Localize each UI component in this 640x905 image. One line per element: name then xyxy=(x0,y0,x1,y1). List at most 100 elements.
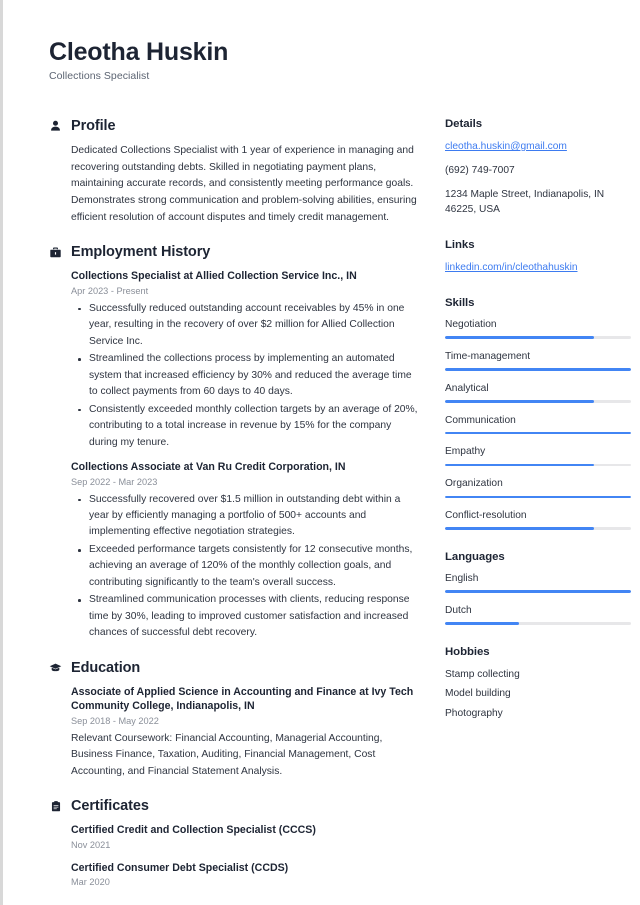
employment-entry-bullets: Successfully reduced outstanding account… xyxy=(71,301,421,451)
section-certificates-header: Certificates xyxy=(49,798,421,814)
resume-header: Cleotha Huskin Collections Specialist xyxy=(49,38,612,82)
skill-item: Conflict-resolution xyxy=(445,509,631,530)
skill-label: Communication xyxy=(445,414,516,426)
section-employment-title: Employment History xyxy=(71,244,211,261)
certificate-entry-title: Certified Consumer Debt Specialist (CCDS… xyxy=(71,861,289,874)
section-profile: Profile Dedicated Collections Specialist… xyxy=(49,118,421,226)
skill-label: Conflict-resolution xyxy=(445,510,527,522)
skill-label: Negotiation xyxy=(445,319,497,331)
employment-entry-title: Collections Specialist at Allied Collect… xyxy=(71,270,357,283)
education-entry: Associate of Applied Science in Accounti… xyxy=(71,685,421,781)
employment-entry-title: Collections Associate at Van Ru Credit C… xyxy=(71,461,346,474)
section-profile-header: Profile xyxy=(49,118,421,134)
header-role: Collections Specialist xyxy=(49,70,150,82)
language-label: Dutch xyxy=(445,604,472,616)
skill-progress-track xyxy=(445,368,631,371)
employment-entry-date: Apr 2023 - Present xyxy=(71,285,149,296)
language-item: Dutch xyxy=(445,604,631,625)
skill-label: Empathy xyxy=(445,446,486,458)
page-title: Cleotha Huskin xyxy=(49,38,229,66)
skill-progress-fill xyxy=(445,527,594,530)
hobby-item: Model building xyxy=(445,688,511,700)
skill-progress-fill xyxy=(445,400,594,403)
certificate-entry-date: Nov 2021 xyxy=(71,839,111,850)
sidebar-skills-title: Skills xyxy=(445,297,475,310)
section-education: Education Associate of Applied Science i… xyxy=(49,660,421,781)
skill-progress-fill xyxy=(445,495,631,499)
education-entry-title: Associate of Applied Science in Accounti… xyxy=(71,685,414,713)
section-certificates: Certificates Certified Credit and Collec… xyxy=(49,798,421,889)
sidebar-hobbies-title: Hobbies xyxy=(445,645,490,658)
section-employment-body: Collections Specialist at Allied Collect… xyxy=(49,269,421,641)
language-progress-track xyxy=(445,590,631,593)
education-entry-date: Sep 2018 - May 2022 xyxy=(71,715,159,726)
language-item: English xyxy=(445,572,631,593)
section-certificates-body: Certified Credit and Collection Speciali… xyxy=(49,823,421,889)
language-progress-fill xyxy=(445,590,631,593)
list-item: Exceeded performance targets consistentl… xyxy=(78,542,421,591)
skill-item: Empathy xyxy=(445,445,631,467)
skill-item: Analytical xyxy=(445,382,631,403)
main-column: Profile Dedicated Collections Specialist… xyxy=(49,118,421,905)
skill-label: Analytical xyxy=(445,382,489,394)
sidebar-links-title: Links xyxy=(445,239,475,252)
employment-entry: Collections Associate at Van Ru Credit C… xyxy=(71,460,421,642)
list-item: Streamlined communication processes with… xyxy=(78,592,421,641)
address: 1234 Maple Street, Indianapolis, IN 4622… xyxy=(445,188,605,216)
graduation-cap-icon xyxy=(49,661,62,675)
profile-text: Dedicated Collections Specialist with 1 … xyxy=(71,145,417,223)
employment-entry-date: Sep 2022 - Mar 2023 xyxy=(71,476,158,487)
sidebar-section-hobbies: Hobbies Stamp collecting Model building … xyxy=(445,646,631,723)
list-item: Successfully reduced outstanding account… xyxy=(78,301,421,350)
skill-item: Communication xyxy=(445,414,631,435)
clipboard-icon xyxy=(49,799,62,813)
section-employment-header: Employment History xyxy=(49,244,421,260)
section-education-header: Education xyxy=(49,660,421,676)
hobby-item: Photography xyxy=(445,707,503,719)
skill-progress-track xyxy=(445,463,631,467)
skill-progress-track xyxy=(445,336,631,339)
certificate-entry: Certified Credit and Collection Speciali… xyxy=(71,823,421,851)
skill-progress-fill xyxy=(445,336,594,339)
skill-item: Time-management xyxy=(445,350,631,371)
section-profile-title: Profile xyxy=(71,118,116,134)
skill-progress-fill xyxy=(445,463,594,467)
list-item: Successfully recovered over $1.5 million… xyxy=(78,492,421,541)
section-education-body: Associate of Applied Science in Accounti… xyxy=(49,685,421,781)
section-profile-body: Dedicated Collections Specialist with 1 … xyxy=(49,143,421,226)
employment-entry: Collections Specialist at Allied Collect… xyxy=(71,269,421,451)
email-link[interactable]: cleotha.huskin@gmail.com xyxy=(445,139,631,155)
skill-progress-track xyxy=(445,527,631,530)
skill-label: Organization xyxy=(445,478,503,490)
section-certificates-title: Certificates xyxy=(71,798,149,815)
sidebar-section-links: Links linkedin.com/in/cleothahuskin xyxy=(445,239,631,276)
section-employment: Employment History Collections Specialis… xyxy=(49,244,421,641)
certificate-entry: Certified Consumer Debt Specialist (CCDS… xyxy=(71,861,421,889)
language-label: English xyxy=(445,572,479,584)
skill-progress-track xyxy=(445,495,631,499)
sidebar-section-details: Details cleotha.huskin@gmail.com (692) 7… xyxy=(445,118,631,218)
sidebar-column: Details cleotha.huskin@gmail.com (692) 7… xyxy=(445,118,631,905)
skill-item: Organization xyxy=(445,477,631,499)
sidebar-details-title: Details xyxy=(445,118,483,130)
hobby-item: Stamp collecting xyxy=(445,668,520,680)
sidebar-section-skills: Skills Negotiation Time-management Analy… xyxy=(445,297,631,530)
section-education-title: Education xyxy=(71,659,141,676)
skill-progress-track xyxy=(445,431,631,435)
language-progress-track xyxy=(445,622,631,625)
person-icon xyxy=(49,119,62,133)
linkedin-link[interactable]: linkedin.com/in/cleothahuskin xyxy=(445,260,631,276)
language-progress-fill xyxy=(445,622,520,625)
phone-number: (692) 749-7007 xyxy=(445,164,515,176)
employment-entry-bullets: Successfully recovered over $1.5 million… xyxy=(71,492,421,642)
list-item: Streamlined the collections process by i… xyxy=(78,351,421,400)
skill-progress-fill xyxy=(445,431,631,435)
skill-item: Negotiation xyxy=(445,318,631,339)
briefcase-icon xyxy=(49,245,62,259)
sidebar-languages-title: Languages xyxy=(445,550,505,563)
skill-label: Time-management xyxy=(445,350,531,362)
certificate-entry-date: Mar 2020 xyxy=(71,877,110,888)
skill-progress-fill xyxy=(445,368,631,371)
sidebar-section-languages: Languages English Dutch xyxy=(445,551,631,625)
resume-page: Cleotha Huskin Collections Specialist Pr… xyxy=(0,0,640,905)
